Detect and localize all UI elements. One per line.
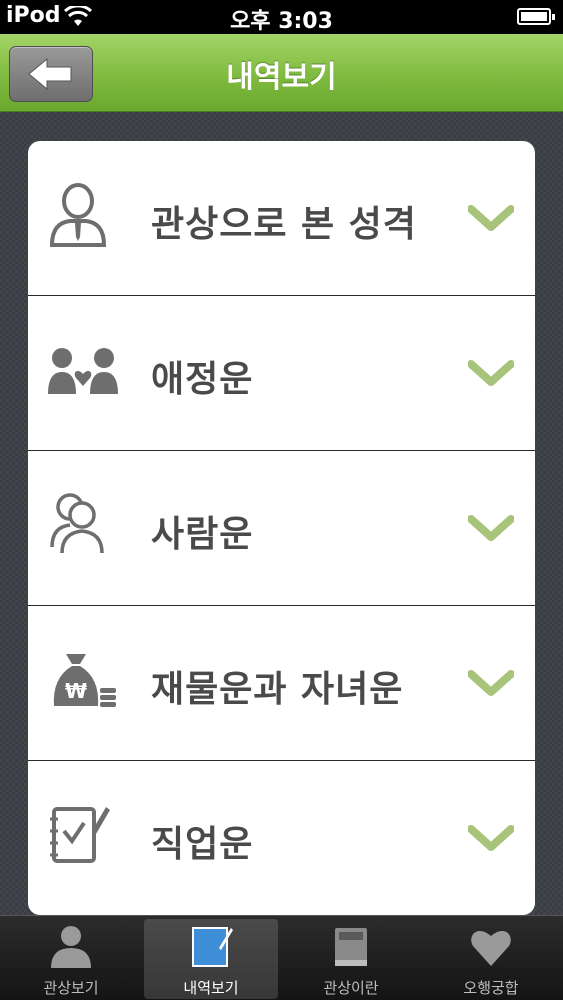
heart-icon — [471, 930, 511, 966]
status-time: 오후 3:03 — [230, 9, 333, 34]
tab-compatibility[interactable]: 오행궁합 — [424, 919, 558, 999]
tab-label: 관상이란 — [323, 979, 379, 997]
book-icon — [335, 928, 367, 966]
chevron-down-icon — [468, 360, 514, 386]
notepad-icon — [192, 927, 233, 967]
history-list: 관상으로 본 성격 애정운 사람운 ₩ 재물운과 자녀운 직업운 — [28, 141, 535, 915]
chevron-down-icon — [468, 515, 514, 541]
chevron-down-icon — [468, 205, 514, 231]
list-item-label: 직업운 — [151, 824, 254, 865]
person-icon — [51, 926, 91, 968]
tab-label: 오행궁합 — [463, 979, 519, 997]
list-item-label: 애정운 — [151, 359, 254, 400]
status-bar: iPod 오후 3:03 — [0, 0, 563, 34]
list-item-label: 재물운과 자녀운 — [151, 669, 404, 710]
chevron-down-icon — [468, 825, 514, 851]
tab-history[interactable]: 내역보기 — [144, 919, 278, 999]
list-item-label: 관상으로 본 성격 — [151, 204, 417, 245]
page-title: 내역보기 — [226, 60, 337, 95]
svg-text:₩: ₩ — [65, 679, 87, 703]
tab-about[interactable]: 관상이란 — [284, 919, 418, 999]
tab-face-reading[interactable]: 관상보기 — [4, 919, 138, 999]
couple-heart-icon — [48, 348, 118, 394]
list-item-wealth-children[interactable]: ₩ 재물운과 자녀운 — [28, 606, 535, 761]
navigation-bar: 내역보기 — [0, 34, 563, 112]
notebook-pen-icon — [50, 807, 110, 863]
list-item-label: 사람운 — [151, 514, 254, 555]
person-tie-icon — [49, 183, 107, 247]
people-icon — [50, 493, 104, 554]
tab-label: 관상보기 — [43, 979, 99, 997]
chevron-down-icon — [468, 670, 514, 696]
list-item-personality[interactable]: 관상으로 본 성격 — [28, 141, 535, 296]
list-item-love[interactable]: 애정운 — [28, 296, 535, 451]
list-item-people[interactable]: 사람운 — [28, 451, 535, 606]
battery-icon — [517, 8, 555, 25]
money-bag-icon: ₩ — [53, 654, 116, 707]
list-item-career[interactable]: 직업운 — [28, 761, 535, 915]
tab-bar: 관상보기 내역보기 관상이란 오행궁합 — [0, 915, 563, 1000]
tab-label: 내역보기 — [183, 979, 239, 997]
